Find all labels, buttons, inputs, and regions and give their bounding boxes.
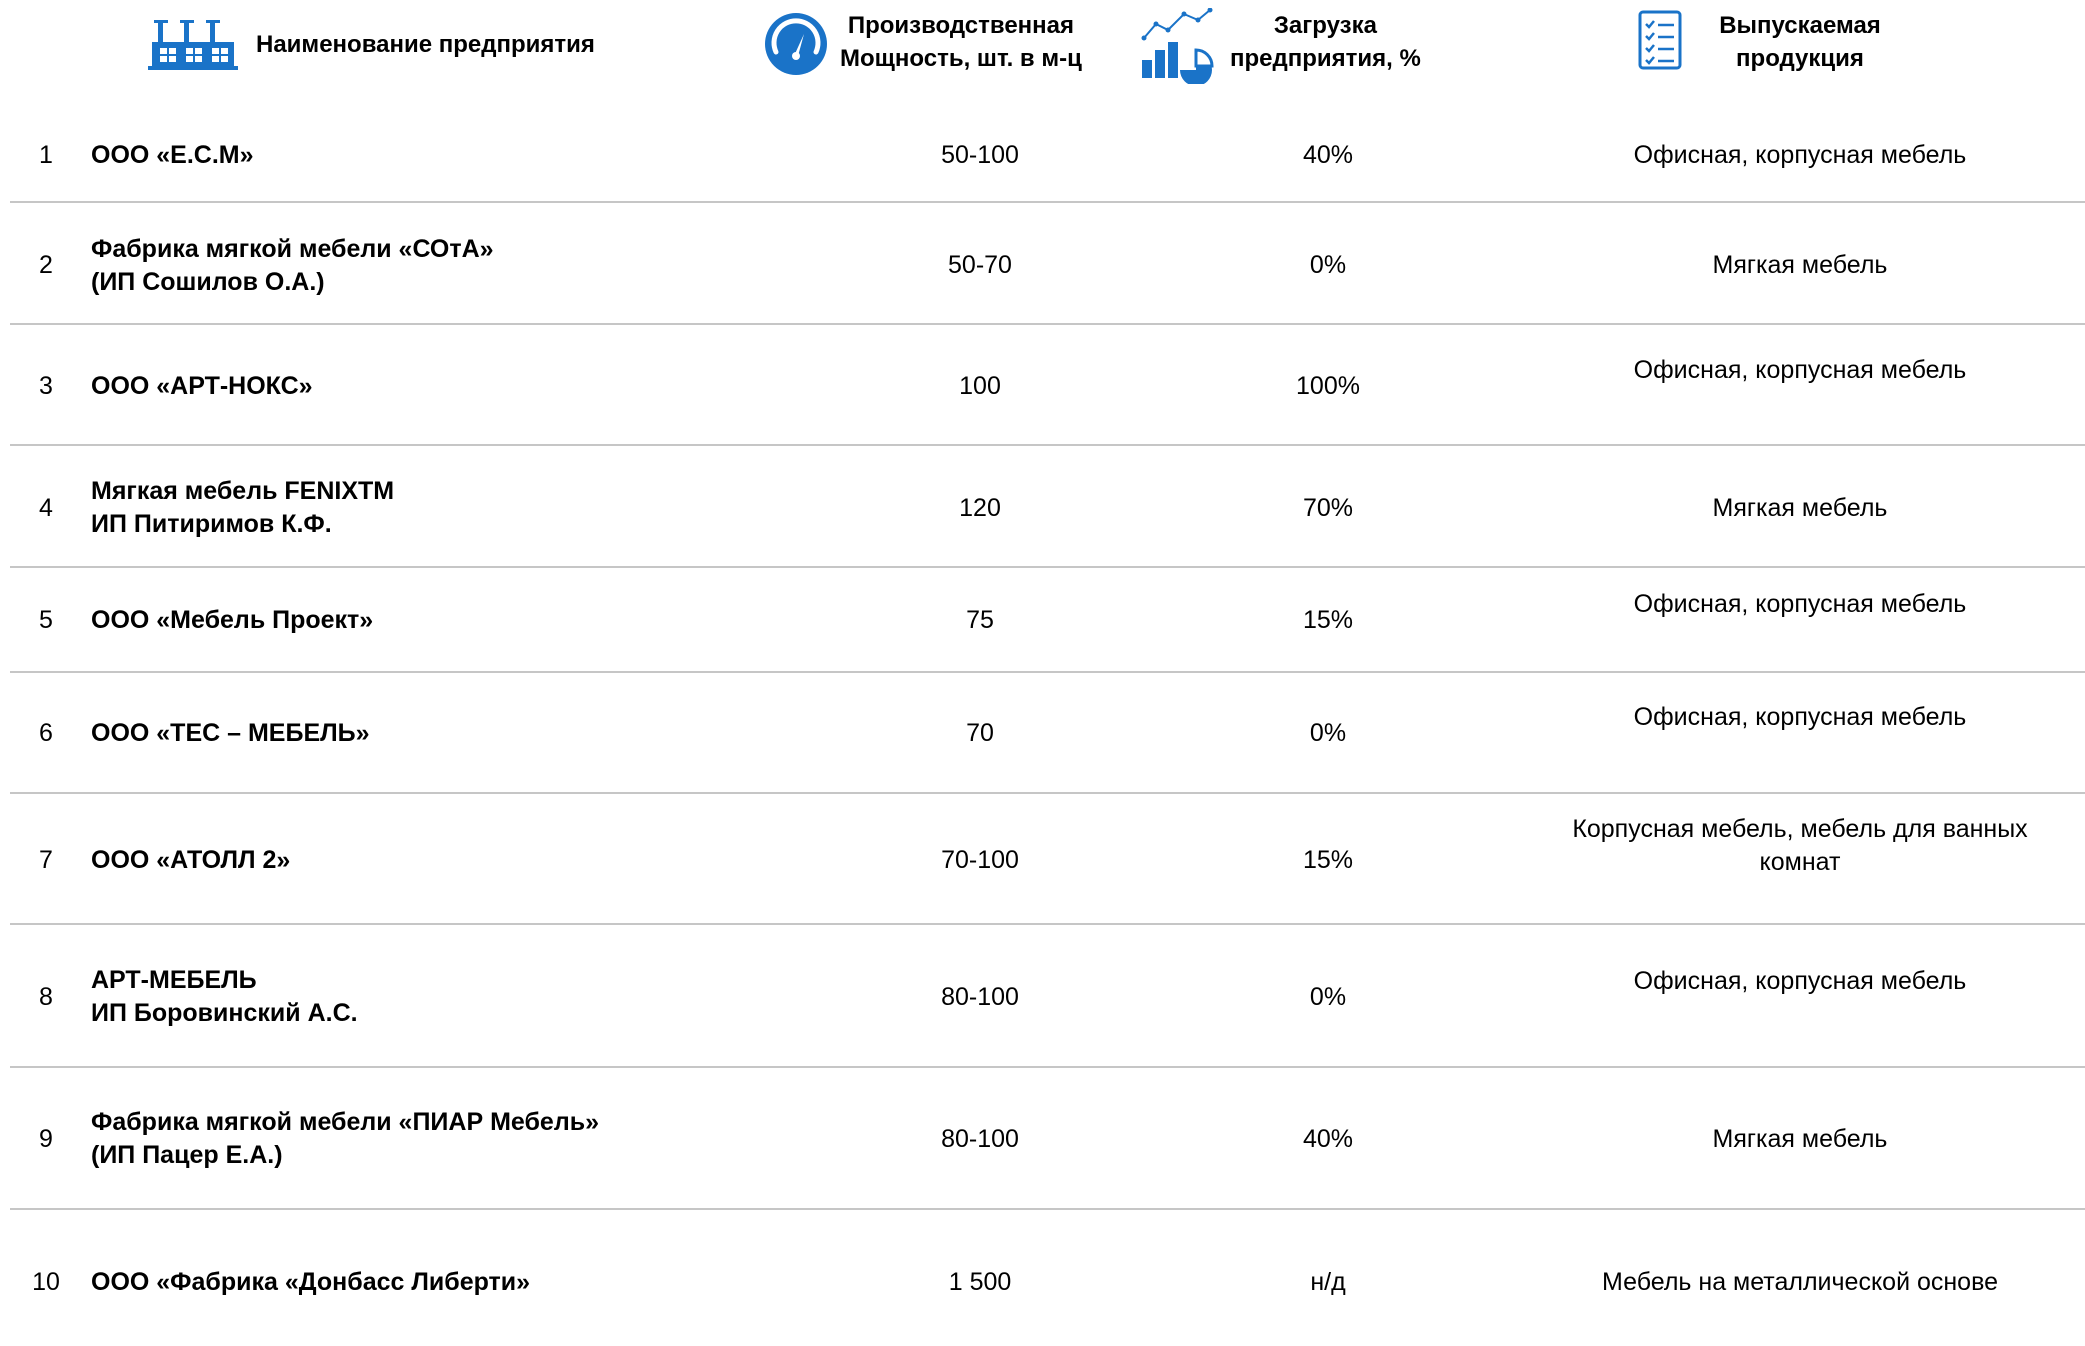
row-divider [10,1208,2085,1210]
load-value: 40% [1302,140,1354,169]
products-value: Мягкая мебель [1712,493,1888,522]
header-name-label: Наименование предприятия [256,30,595,58]
row-number: 1 [39,140,53,169]
load-value: 0% [1309,982,1347,1011]
enterprise-name: ООО «Е.С.М» [91,140,254,169]
capacity-value: 1 500 [948,1267,1012,1296]
capacity-value: 50-70 [948,250,1012,279]
capacity-value: 80-100 [941,1124,1019,1153]
row-number: 4 [39,493,53,522]
row-divider [10,923,2085,925]
products-value: Офисная, корпусная мебель [1633,702,1967,731]
analytics-chart-icon [1141,8,1214,84]
row-number: 9 [39,1124,53,1153]
products-value: Мягкая мебель [1712,1124,1888,1153]
products-value: Корпусная мебель, мебель для ванных комн… [1572,815,2028,876]
enterprise-name: ООО «АТОЛЛ 2» [91,845,291,874]
capacity-value: 75 [966,605,994,634]
capacity-value: 50-100 [941,140,1019,169]
row-divider [10,671,2085,673]
products-value: Офисная, корпусная мебель [1633,966,1967,995]
capacity-value: 70-100 [941,845,1019,874]
capacity-value: 80-100 [941,982,1019,1011]
row-number: 6 [39,718,53,747]
products-value: Мягкая мебель [1712,250,1888,279]
load-value: 100% [1296,371,1360,400]
checklist-icon [1638,10,1682,70]
enterprise-name: ООО «АРТ-НОКС» [91,371,313,400]
header-load-label: Загрузка предприятия, % [1230,12,1421,72]
row-number: 10 [32,1267,60,1296]
header-capacity-cell: Производственная Мощность, шт. в м-ц [840,9,1082,75]
row-divider [10,323,2085,325]
capacity-value: 70 [966,718,994,747]
row-number: 2 [39,250,53,279]
capacity-value: 120 [959,493,1001,522]
load-value: 15% [1302,845,1354,874]
enterprise-name: АРТ-МЕБЕЛЬ ИП Боровинский А.С. [91,966,358,1027]
enterprise-name: ООО «ТЕС – МЕБЕЛЬ» [91,718,370,747]
row-number: 8 [39,982,53,1011]
products-value: Офисная, корпусная мебель [1633,140,1967,169]
enterprise-name: Фабрика мягкой мебели «ПИАР Мебель» (ИП … [91,1108,599,1169]
row-number: 7 [39,845,53,874]
row-divider [10,566,2085,568]
header-products-cell: Выпускаемая продукция [1700,9,1900,75]
load-value: 0% [1309,250,1347,279]
header-name-cell: Наименование предприятия [256,26,595,62]
load-value: н/д [1310,1267,1346,1296]
row-divider [10,1066,2085,1068]
products-value: Офисная, корпусная мебель [1633,355,1967,384]
row-number: 5 [39,605,53,634]
load-value: 40% [1302,1124,1354,1153]
load-value: 15% [1302,605,1354,634]
row-number: 3 [39,371,53,400]
load-value: 70% [1302,493,1354,522]
load-value: 0% [1309,718,1347,747]
products-value: Мебель на металлической основе [1601,1267,1998,1296]
factory-icon [148,20,238,70]
capacity-value: 100 [959,371,1001,400]
products-value: Офисная, корпусная мебель [1633,589,1967,618]
header-capacity-label: Производственная Мощность, шт. в м-ц [840,12,1082,72]
enterprise-name: ООО «Фабрика «Донбасс Либерти» [91,1267,531,1296]
header-products-label: Выпускаемая продукция [1719,12,1881,72]
enterprise-name: Мягкая мебель FENIXTM ИП Питиримов К.Ф. [91,477,395,538]
gauge-icon [765,13,827,75]
row-divider [10,792,2085,794]
enterprise-name: ООО «Мебель Проект» [91,605,374,634]
row-divider [10,444,2085,446]
enterprise-name: Фабрика мягкой мебели «СОтА» (ИП Сошилов… [91,235,494,296]
row-divider [10,201,2085,203]
header-load-cell: Загрузка предприятия, % [1230,9,1421,75]
